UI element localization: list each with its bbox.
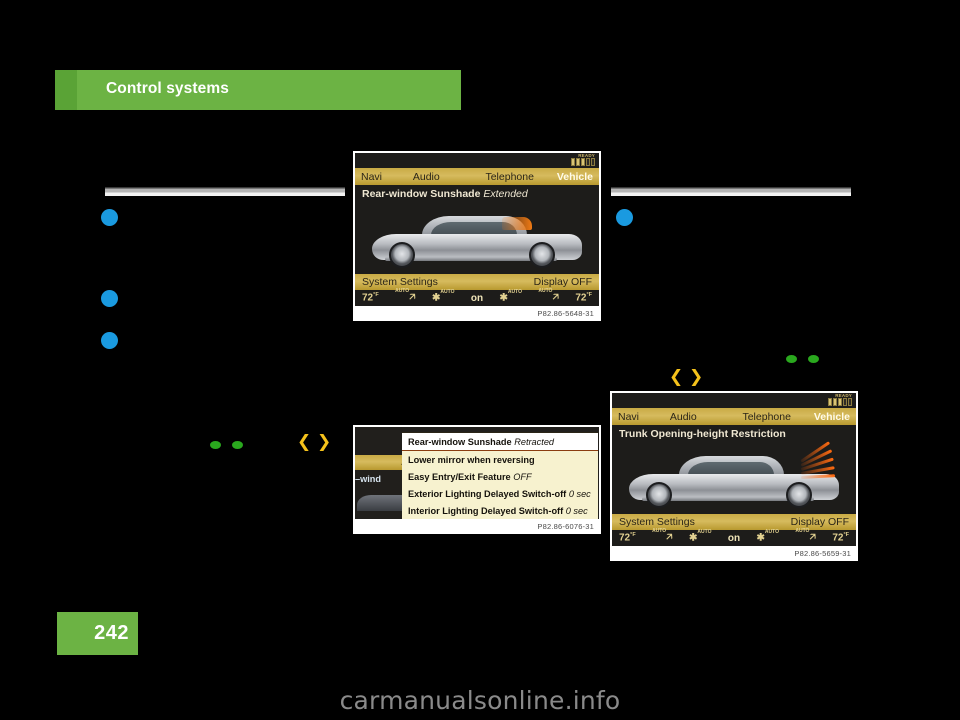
climate-center-state-3: on <box>727 532 741 544</box>
signal-strength-icon-3 <box>828 398 852 406</box>
temp-left-3: 72°F <box>619 532 636 544</box>
menu-row-value-4: 0 sec <box>565 505 588 516</box>
climate-center-state-1: on <box>470 292 484 304</box>
watermark: carmanualsonline.info <box>339 686 621 715</box>
auto-fan-right-icon-1: ✱AUTO <box>499 289 522 304</box>
menu-row-exterior-lighting-delayed-switch-off[interactable]: Exterior Lighting Delayed Switch-off 0 s… <box>402 485 598 502</box>
display-status-bar-3: READY <box>612 393 856 408</box>
car-silhouette-1 <box>372 208 582 268</box>
auto-airflow-right-icon-3: AUTO🡥 <box>795 528 816 543</box>
headline-value-1: Extended <box>483 188 528 200</box>
menu-row-rear-window-sunshade[interactable]: Rear-window Sunshade Retracted <box>402 433 598 451</box>
menu-item-vehicle-3[interactable]: Vehicle <box>814 411 850 423</box>
menu-row-value-2: OFF <box>513 471 532 482</box>
figure-sunshade-extended: READY Navi Audio Telephone Vehicle Rear-… <box>353 151 601 321</box>
green-dot-icon-4 <box>808 355 819 363</box>
comand-display-1: READY Navi Audio Telephone Vehicle Rear-… <box>355 153 599 306</box>
auto-airflow-left-icon-1: AUTO🡥 <box>395 288 416 303</box>
auto-fan-right-icon-3: ✱AUTO <box>756 529 779 544</box>
car-silhouette-3 <box>629 441 839 508</box>
page-number: 242 <box>94 622 129 644</box>
figure-caption-1: P82.86-5648-31 <box>355 306 599 321</box>
display-off-button-1[interactable]: Display OFF <box>534 276 592 288</box>
menu-row-label-0: Rear-window Sunshade <box>408 436 512 447</box>
right-column-bullet-1 <box>616 209 633 226</box>
menu-row-value-3: 0 sec <box>568 488 591 499</box>
temp-left-1: 72°F <box>362 292 379 304</box>
temp-right-3: 72°F <box>832 532 849 544</box>
car-front-wheel-3 <box>645 482 672 508</box>
green-dot-icon-2 <box>232 441 243 449</box>
figure-caption-2: P82.86-6076-31 <box>355 519 599 534</box>
auto-airflow-left-icon-3: AUTO🡥 <box>652 528 673 543</box>
menu-row-value-0: Retracted <box>514 436 555 447</box>
menu-item-audio-3[interactable]: Audio <box>647 411 720 423</box>
chapter-band-notch <box>55 70 77 110</box>
comand-display-3: READY Navi Audio Telephone Vehicle Trunk… <box>612 393 856 546</box>
headline-label-1: Rear-window Sunshade <box>362 188 481 200</box>
left-column-bullet-2 <box>101 290 118 307</box>
menu-row-easy-entry-exit-feature[interactable]: Easy Entry/Exit Feature OFF <box>402 468 598 485</box>
display-headline-1: Rear-window Sunshade Extended <box>355 185 599 200</box>
menu-item-navi-1[interactable]: Navi <box>361 171 382 183</box>
left-arrow-icon-2: ❮ <box>669 367 684 387</box>
system-settings-button-1[interactable]: System Settings <box>362 276 438 288</box>
menu-row-interior-lighting-delayed-switch-off[interactable]: Interior Lighting Delayed Switch-off 0 s… <box>402 502 598 519</box>
display-settings-bar-3: System Settings Display OFF <box>612 514 856 530</box>
vehicle-settings-popup-menu[interactable]: Rear-window Sunshade Retracted Lower mir… <box>402 432 598 519</box>
figure-trunk-opening-height-restriction: READY Navi Audio Telephone Vehicle Trunk… <box>610 391 858 561</box>
auto-fan-left-icon-1: ✱AUTO <box>432 289 455 304</box>
figure-sunshade-retracted-menu: A –wind Rear-window Sunshade Retracted L… <box>353 425 601 534</box>
menu-item-navi-3[interactable]: Navi <box>618 411 639 423</box>
chapter-title: Control systems <box>106 80 229 97</box>
display-headline-3: Trunk Opening-height Restriction <box>612 425 856 440</box>
menu-item-vehicle-1[interactable]: Vehicle <box>557 171 593 183</box>
menu-row-label-3: Exterior Lighting Delayed Switch-off <box>408 488 567 499</box>
headline-label-3: Trunk Opening-height Restriction <box>619 428 786 440</box>
car-rear-wheel-1 <box>528 242 555 268</box>
menu-row-label-1: Lower mirror when reversing <box>408 454 535 465</box>
menu-row-label-4: Interior Lighting Delayed Switch-off <box>408 505 564 516</box>
trunk-opening-rays-highlight <box>800 441 835 484</box>
menu-item-telephone-1[interactable]: Telephone <box>463 171 557 183</box>
menu-row-label-2: Easy Entry/Exit Feature <box>408 471 511 482</box>
left-column-rule <box>105 187 345 196</box>
right-arrow-icon-1: ❯ <box>317 432 332 452</box>
rear-window-sunshade-highlight <box>502 217 532 230</box>
display-off-button-3[interactable]: Display OFF <box>791 516 849 528</box>
left-arrow-icon-1: ❮ <box>297 432 312 452</box>
signal-strength-icon-1 <box>571 158 595 166</box>
right-column-rule <box>611 187 851 196</box>
chapter-header-band: Control systems <box>55 70 461 110</box>
figure-caption-3: P82.86-5659-31 <box>612 546 856 561</box>
menu-row-lower-mirror-when-reversing[interactable]: Lower mirror when reversing <box>402 451 598 468</box>
right-arrow-icon-2: ❯ <box>689 367 704 387</box>
display-status-bar-1: READY <box>355 153 599 168</box>
auto-airflow-right-icon-1: AUTO🡥 <box>538 288 559 303</box>
temp-right-1: 72°F <box>575 292 592 304</box>
left-column-bullet-1 <box>101 209 118 226</box>
display-climate-bar-3: 72°F AUTO🡥 ✱AUTO on ✱AUTO AUTO🡥 72°F <box>612 528 856 546</box>
display-climate-bar-1: 72°F AUTO🡥 ✱AUTO on ✱AUTO AUTO🡥 72°F <box>355 288 599 306</box>
comand-display-2: A –wind Rear-window Sunshade Retracted L… <box>355 427 599 519</box>
vehicle-illustration-1 <box>355 200 599 274</box>
display-settings-bar-1: System Settings Display OFF <box>355 274 599 290</box>
green-dot-icon-3 <box>786 355 797 363</box>
display-menu-bar-1: Navi Audio Telephone Vehicle <box>355 168 599 185</box>
green-dot-icon-1 <box>210 441 221 449</box>
display-menu-bar-3: Navi Audio Telephone Vehicle <box>612 408 856 425</box>
car-front-wheel-1 <box>388 242 415 268</box>
car-rear-wheel-3 <box>785 482 812 508</box>
menu-item-audio-1[interactable]: Audio <box>390 171 463 183</box>
system-settings-button-3[interactable]: System Settings <box>619 516 695 528</box>
auto-fan-left-icon-3: ✱AUTO <box>689 529 712 544</box>
left-column-bullet-3 <box>101 332 118 349</box>
menu-item-telephone-3[interactable]: Telephone <box>720 411 814 423</box>
vehicle-illustration-3 <box>612 440 856 514</box>
page-number-block: 242 <box>57 612 138 655</box>
